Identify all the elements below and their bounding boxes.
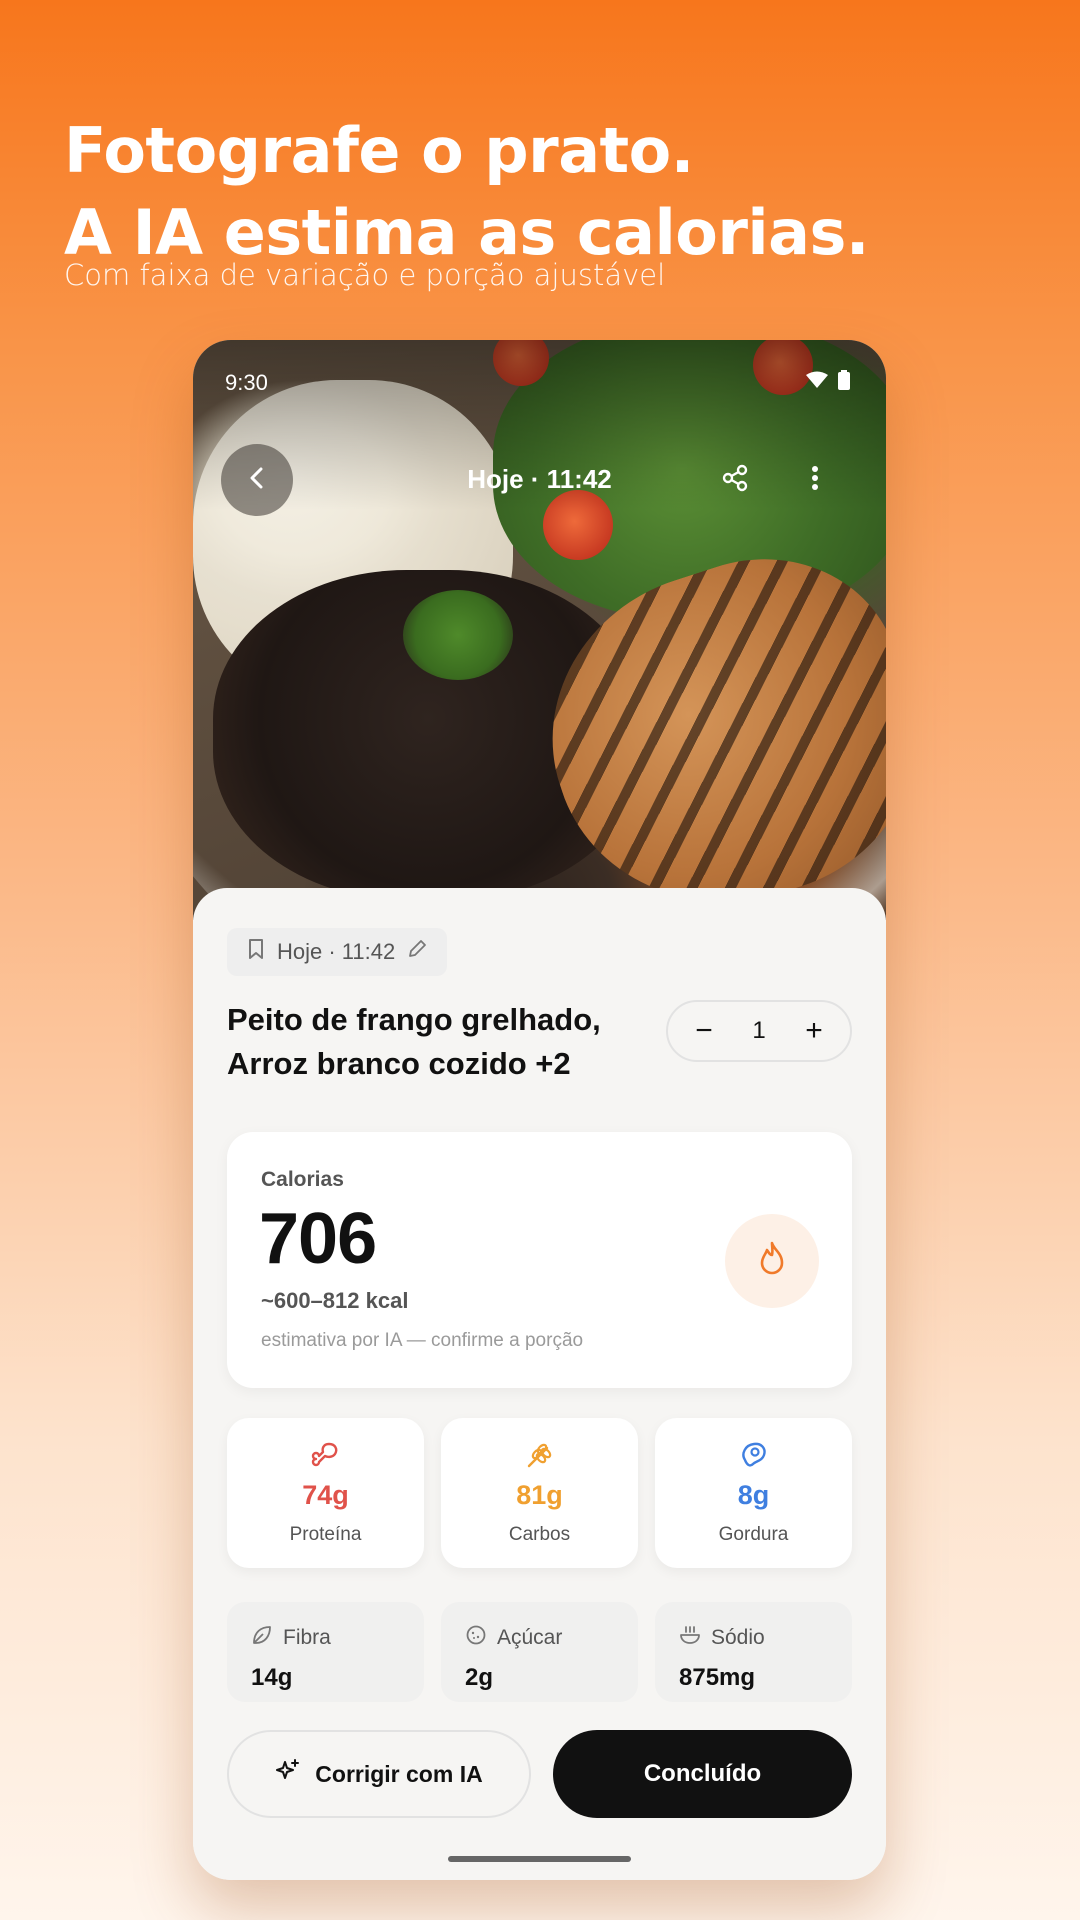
micro-value: 875mg — [679, 1664, 756, 1691]
micro-label: Fibra — [283, 1626, 331, 1649]
meal-title: Peito de frango grelhado, Arroz branco c… — [227, 998, 627, 1086]
status-time: 9:30 — [225, 370, 268, 395]
phone-screen: 9:30 Hoje · 11:42 Hoje · 11:42 Peito de … — [193, 340, 886, 1880]
micro-label: Sódio — [711, 1626, 765, 1649]
micro-card-sugar: Açúcar 2g — [441, 1602, 638, 1702]
macro-value: 74g — [302, 1480, 349, 1510]
done-button[interactable]: Concluído — [553, 1730, 852, 1818]
headline-line-1: Fotografe o prato. — [64, 114, 694, 187]
meal-title-line-1: Peito de frango grelhado, — [227, 1002, 601, 1037]
meal-detail-sheet: Hoje · 11:42 Peito de frango grelhado, A… — [193, 888, 886, 1880]
top-bar: Hoje · 11:42 — [193, 444, 886, 516]
micro-value: 2g — [465, 1664, 494, 1691]
calories-value: 706 — [259, 1199, 377, 1279]
micro-value: 14g — [251, 1664, 293, 1691]
calories-note: estimativa por IA — confirme a porção — [261, 1330, 584, 1351]
micro-header: Sódio — [679, 1624, 765, 1652]
beef-icon — [739, 1440, 769, 1475]
sparkles-icon — [275, 1758, 301, 1790]
wheat-icon — [525, 1440, 555, 1475]
battery-icon — [838, 370, 850, 395]
portion-increment-button[interactable]: + — [794, 1011, 834, 1051]
micro-header: Fibra — [251, 1624, 331, 1652]
meal-time-label: Hoje · 11:42 — [277, 939, 396, 964]
meal-photo — [193, 340, 886, 1040]
micros-row: Fibra 14g Açúcar 2g Sódio 875mg — [227, 1602, 852, 1702]
status-icons — [806, 370, 850, 395]
portion-value: 1 — [752, 1017, 766, 1044]
macro-card-carbs[interactable]: 81g Carbos — [441, 1418, 638, 1568]
macro-card-protein[interactable]: 74g Proteína — [227, 1418, 424, 1568]
edit-pencil-icon[interactable] — [407, 939, 427, 965]
macro-label: Carbos — [508, 1524, 571, 1545]
soup-icon — [679, 1624, 701, 1652]
macro-value: 8g — [737, 1480, 770, 1510]
flame-icon — [757, 1241, 787, 1282]
share-icon — [721, 464, 749, 497]
wifi-icon — [806, 371, 828, 394]
promo-headline: Fotografe o prato. A IA estima as calori… — [64, 110, 1024, 274]
fix-with-ai-button[interactable]: Corrigir com IA — [227, 1730, 531, 1818]
micro-header: Açúcar — [465, 1624, 562, 1652]
calories-label: Calorias — [261, 1168, 344, 1191]
more-vertical-icon — [811, 465, 819, 496]
calories-range: ~600–812 kcal — [261, 1288, 409, 1313]
micro-label: Açúcar — [497, 1626, 563, 1649]
micro-card-fiber: Fibra 14g — [227, 1602, 424, 1702]
meal-title-line-2: Arroz branco cozido +2 — [227, 1046, 571, 1081]
flame-badge — [725, 1214, 819, 1308]
macros-row: 74g Proteína 81g Carbos 8g Gordura — [227, 1418, 852, 1568]
macro-label: Gordura — [718, 1524, 789, 1545]
drumstick-icon — [311, 1440, 341, 1475]
portion-stepper: − 1 + — [666, 1000, 852, 1062]
home-indicator[interactable] — [448, 1856, 631, 1862]
cilantro-shape — [403, 590, 513, 680]
more-options-button[interactable] — [793, 458, 837, 502]
share-button[interactable] — [713, 458, 757, 502]
cookie-icon — [465, 1624, 487, 1652]
macro-icon-slot — [441, 1440, 638, 1475]
portion-decrement-button[interactable]: − — [684, 1011, 724, 1051]
macro-label: Proteína — [289, 1524, 362, 1545]
promo-subheadline: Com faixa de variação e porção ajustável — [64, 258, 666, 292]
macro-card-fat[interactable]: 8g Gordura — [655, 1418, 852, 1568]
bookmark-icon — [247, 938, 265, 966]
calories-card: Calorias 706 ~600–812 kcal estimativa po… — [227, 1132, 852, 1388]
micro-card-sodium: Sódio 875mg — [655, 1602, 852, 1702]
action-bar: Corrigir com IA Concluído — [227, 1730, 852, 1820]
top-bar-title: Hoje · 11:42 — [467, 464, 612, 494]
macro-icon-slot — [227, 1440, 424, 1475]
macro-value: 81g — [516, 1480, 563, 1510]
meal-time-chip[interactable]: Hoje · 11:42 — [227, 928, 448, 976]
leaf-icon — [251, 1624, 273, 1652]
fix-with-ai-label: Corrigir com IA — [315, 1760, 483, 1787]
macro-icon-slot — [655, 1440, 852, 1475]
